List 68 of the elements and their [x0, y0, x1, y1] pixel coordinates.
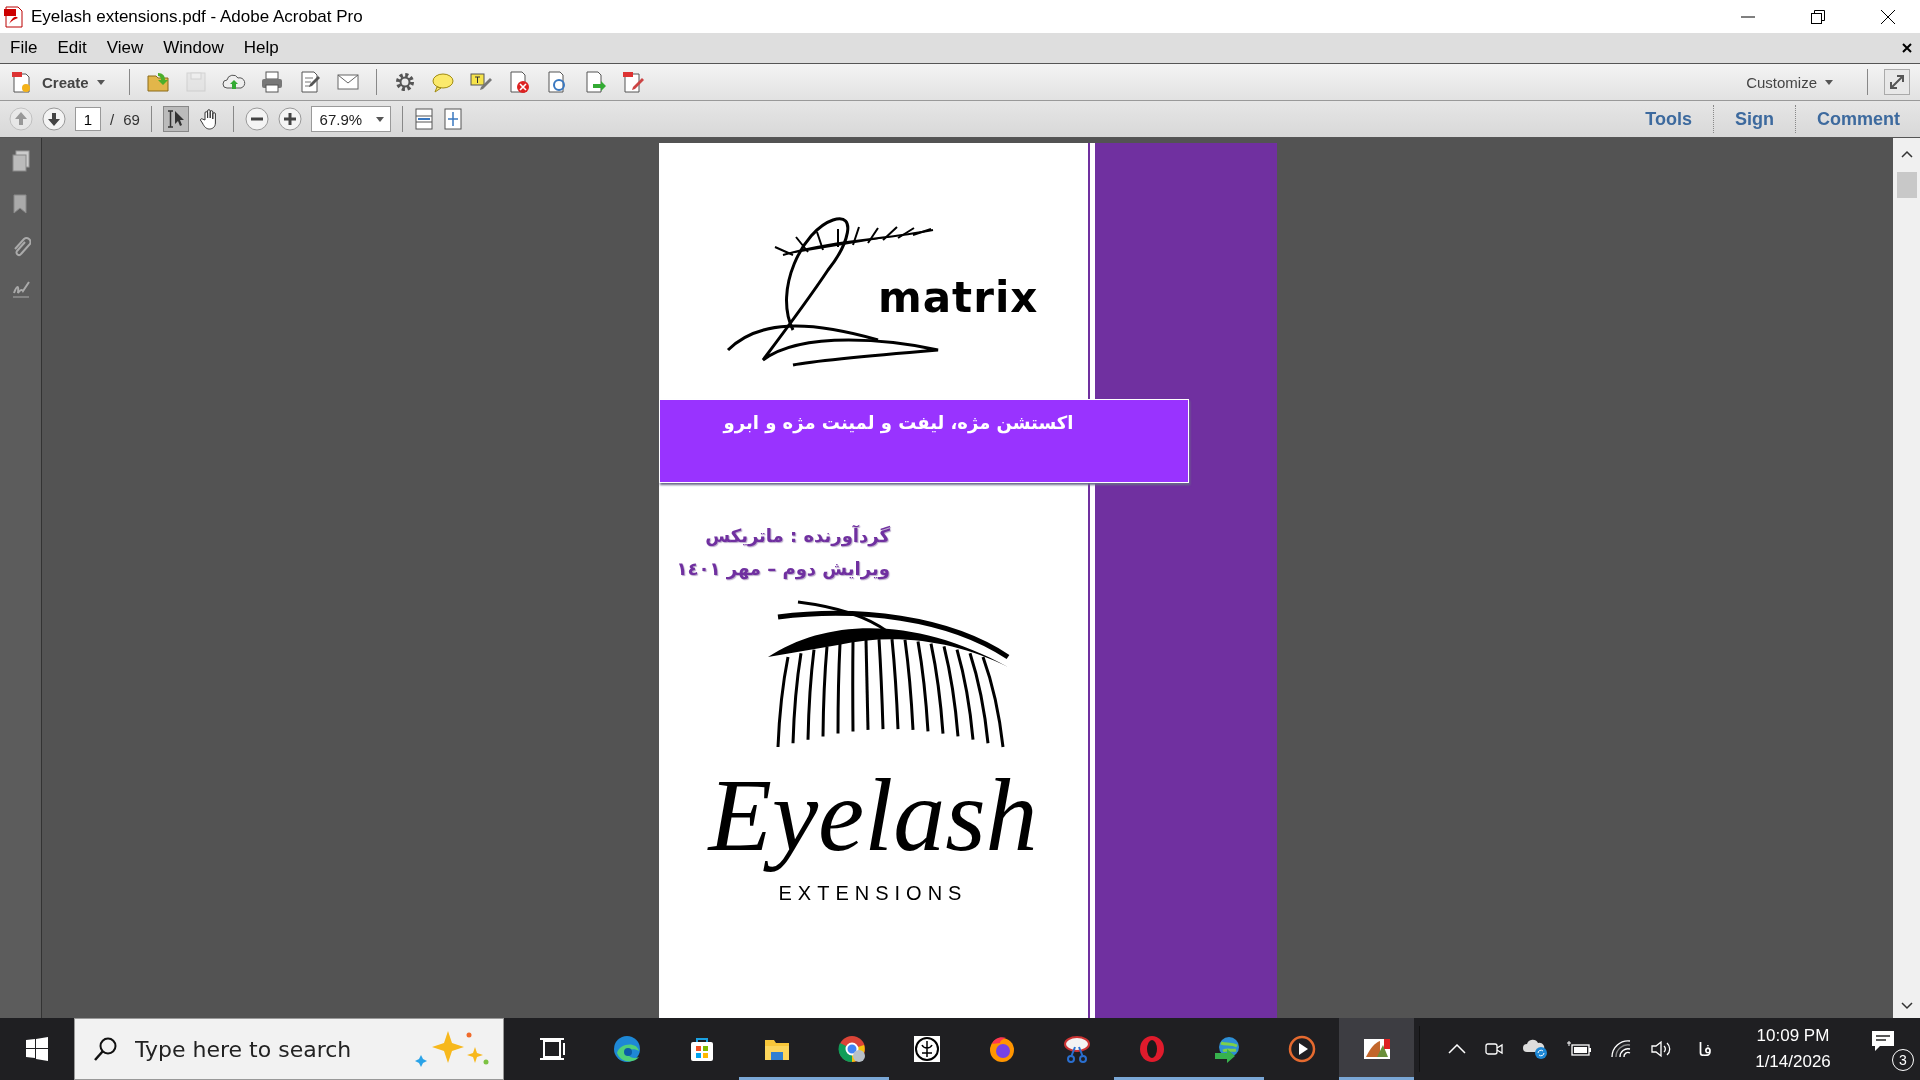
title-text: Eyelash [706, 756, 1039, 874]
zoom-out-icon[interactable] [244, 107, 269, 131]
pane-tab[interactable]: Tools [1633, 108, 1704, 130]
pdf-file-icon [4, 5, 24, 28]
credit-line: ویرایش دوم – مهر ١٤٠١ [676, 558, 890, 579]
page-count: 69 [123, 110, 140, 128]
notification-count-badge: 3 [1892, 1049, 1914, 1071]
play-circle-icon [1287, 1035, 1316, 1063]
select-cursor-icon[interactable] [162, 106, 189, 132]
expand-icon[interactable] [1884, 69, 1910, 95]
page-separator: / [110, 110, 115, 128]
page-number-field[interactable]: 1 [75, 107, 101, 131]
zoom-in-icon[interactable] [277, 107, 302, 131]
menu-item[interactable]: Edit [57, 38, 97, 58]
menu-item[interactable]: View [106, 38, 154, 58]
edge-browser-icon [612, 1035, 641, 1063]
notification-icon[interactable] [1870, 1029, 1896, 1053]
search-box[interactable]: Type here to search [74, 1018, 504, 1080]
fit-width-icon[interactable] [413, 108, 434, 130]
document-pen-icon[interactable] [620, 70, 645, 94]
fit-page-icon[interactable] [442, 108, 463, 130]
pane-tab[interactable]: Sign [1723, 108, 1786, 130]
customize-button[interactable]: Customize [1740, 72, 1839, 92]
subtitle-text: EXTENSIONS [778, 882, 968, 906]
restore-icon[interactable] [1810, 8, 1826, 25]
open-folder-icon[interactable] [145, 70, 170, 94]
banner-title: اکستشن مژه، لیفت و لمینت مژه و ابرو [723, 412, 1074, 436]
pages-icon[interactable] [10, 150, 31, 172]
clock-time[interactable]: 10:09 PM [1756, 1026, 1830, 1046]
battery-plug-icon[interactable] [1565, 1040, 1592, 1058]
scroll-thumb[interactable] [1896, 172, 1917, 198]
menu-item[interactable]: Window [163, 38, 234, 58]
menu-item[interactable]: Help [243, 38, 289, 58]
speech-bubble-icon[interactable] [430, 70, 455, 94]
print-icon[interactable] [259, 70, 284, 94]
dropdown-caret-icon [375, 116, 384, 122]
caret-icon [1825, 79, 1833, 85]
credit-line: گردآورنده : ماتریکس [704, 525, 890, 546]
window-title: Eyelash extensions.pdf - Adobe Acrobat Pro [31, 6, 364, 27]
scrollbar[interactable] [1893, 138, 1920, 1018]
create-button[interactable]: Create [10, 70, 105, 94]
browser-circle-icon [837, 1035, 866, 1063]
caret-icon [96, 79, 105, 85]
taskbar-app-button[interactable] [1339, 1018, 1414, 1080]
menu-item[interactable]: File [10, 38, 48, 58]
language-indicator[interactable]: فا [1697, 1038, 1712, 1060]
chevron-up-icon[interactable] [1447, 1044, 1466, 1054]
windows-start-icon[interactable] [25, 1037, 49, 1061]
pane-tab[interactable]: Comment [1805, 108, 1912, 130]
task-view-icon [537, 1035, 566, 1063]
wifi-icon[interactable] [1609, 1039, 1632, 1059]
fox-globe-icon [987, 1035, 1016, 1063]
search-field[interactable]: Type here to search [133, 1035, 399, 1063]
ring-icon [1137, 1035, 1166, 1063]
scissors-icon [1062, 1035, 1091, 1063]
logo-text: matrix [878, 273, 1039, 322]
close-icon[interactable] [1880, 8, 1896, 25]
globe-arrow-icon [1212, 1035, 1241, 1063]
cloud-sync-icon[interactable] [1521, 1038, 1548, 1060]
emblem-icon [912, 1035, 941, 1063]
search-icon [93, 1036, 119, 1062]
signature-icon[interactable] [10, 279, 31, 301]
speaker-icon[interactable] [1649, 1039, 1672, 1059]
close-icon[interactable] [1902, 43, 1912, 53]
scroll-up-icon[interactable] [1900, 150, 1913, 158]
zoom-field[interactable]: 67.9% [310, 106, 391, 132]
clock-date[interactable]: 1/14/2026 [1755, 1052, 1831, 1072]
scroll-down-icon[interactable] [1900, 1002, 1913, 1010]
